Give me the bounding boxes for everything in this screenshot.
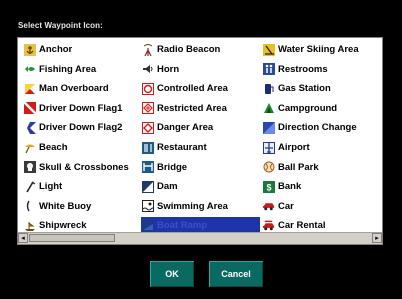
icon-list-item-label: Restricted Area	[157, 102, 227, 114]
icon-list-item[interactable]: Horn	[141, 61, 260, 78]
icon-list-item[interactable]: Swimming Area	[141, 198, 260, 215]
svg-text:$: $	[266, 182, 271, 192]
icon-list-item-label: Danger Area	[157, 122, 214, 134]
icon-list-item[interactable]: Man Overboard	[23, 80, 140, 97]
icon-list-item-label: Beach	[39, 142, 68, 153]
scroll-left-arrow-icon[interactable]: ◂	[18, 233, 28, 243]
beach-icon	[23, 141, 36, 154]
airport-icon	[262, 141, 275, 154]
icon-list-item[interactable]: Restrooms	[262, 61, 380, 78]
icon-list-item[interactable]: Light	[23, 178, 140, 195]
icon-list-item-label: Light	[39, 181, 63, 193]
swimming-icon	[141, 200, 154, 213]
car-rental-icon	[262, 219, 275, 232]
car-icon	[262, 200, 275, 213]
icon-list-item[interactable]: Restaurant	[141, 139, 260, 156]
icon-list-item[interactable]: Radio Beacon	[141, 41, 260, 58]
buoy-icon	[23, 200, 36, 213]
icon-list-item[interactable]: Airport	[262, 139, 380, 156]
horizontal-scrollbar[interactable]: ◂ ▸	[18, 232, 382, 244]
icon-list-item-label: Driver Down Flag1	[39, 102, 123, 114]
icon-list-item[interactable]: Gas Station	[262, 80, 380, 97]
flag-red-icon	[23, 82, 36, 95]
icon-list-item-label: Campground	[278, 102, 338, 114]
restricted-area-icon	[141, 102, 154, 115]
icon-list-item-label: Bank	[278, 181, 302, 193]
diver-flag-icon	[23, 102, 36, 115]
icon-list-item-label: Horn	[157, 63, 180, 75]
shipwreck-icon	[23, 219, 36, 232]
icon-list-item-label: Direction Change	[278, 122, 357, 134]
icon-list-item-label: Bridge	[157, 161, 188, 173]
icon-list-item[interactable]: Controlled Area	[141, 80, 260, 97]
icon-list-item[interactable]: Driver Down Flag2	[23, 119, 140, 136]
skull-icon	[23, 161, 36, 174]
icon-list-item-label: White Buoy	[39, 200, 92, 212]
controlled-area-icon	[141, 82, 154, 95]
anchor-icon	[23, 43, 36, 56]
icon-list-item-label: Water Skiing Area	[278, 44, 359, 55]
cancel-button[interactable]: Cancel	[209, 261, 263, 287]
fish-icon	[23, 63, 36, 76]
restrooms-icon	[262, 63, 275, 76]
scrollbar-thumb[interactable]	[29, 234, 115, 242]
ball-park-icon	[262, 161, 275, 174]
direction-change-icon	[262, 121, 275, 134]
icon-list-item-label: Controlled Area	[157, 83, 228, 95]
icon-list-item[interactable]: Car	[262, 198, 380, 215]
icon-list-item[interactable]: Skull & Crossbones	[23, 159, 140, 176]
icon-list-item[interactable]: $ Bank	[262, 178, 380, 195]
danger-area-icon	[141, 121, 154, 134]
icon-list-item-label: Restaurant	[157, 142, 207, 153]
icon-list-item[interactable]: Driver Down Flag1	[23, 100, 140, 117]
icon-list-item[interactable]: Restricted Area	[141, 100, 260, 117]
icon-list-item-label: Boat Ramp	[157, 220, 208, 232]
boat-ramp-icon	[141, 219, 154, 232]
icon-listbox[interactable]: Anchor Fishing Area Man Overboard Driver Do…	[17, 37, 383, 245]
water-ski-icon	[262, 43, 275, 56]
icon-list-item-label: Ball Park	[278, 161, 319, 173]
icon-list-item[interactable]: Bridge	[141, 159, 260, 176]
campground-icon	[262, 102, 275, 115]
diver-flag2-icon	[23, 121, 36, 134]
icon-list-item-label: Driver Down Flag2	[39, 122, 123, 134]
icon-list-item[interactable]: Beach	[23, 139, 140, 156]
select-waypoint-icon-dialog: Select Waypoint Icon: Anchor Fishing Area…	[0, 0, 402, 299]
icon-list-item[interactable]: Danger Area	[141, 119, 260, 136]
ok-button[interactable]: OK	[150, 261, 194, 287]
icon-list-item[interactable]: Direction Change	[262, 119, 380, 136]
light-icon	[23, 180, 36, 193]
icon-list-item-label: Shipwreck	[39, 220, 87, 232]
bank-icon: $	[262, 180, 275, 193]
icon-list-item-label: Radio Beacon	[157, 44, 221, 55]
icon-list-item-label: Airport	[278, 142, 310, 153]
icon-list-item-label: Dam	[157, 181, 178, 193]
icon-list-item-label: Skull & Crossbones	[39, 161, 129, 173]
icon-list-item-label: Swimming Area	[157, 200, 228, 212]
gas-station-icon	[262, 82, 275, 95]
icon-list-item-label: Car	[278, 200, 294, 212]
icon-list-item-label: Fishing Area	[39, 63, 97, 75]
icon-list-item[interactable]: Anchor	[23, 41, 140, 58]
radio-beacon-icon	[141, 43, 154, 56]
icon-list-item[interactable]: Dam	[141, 178, 260, 195]
horn-icon	[141, 63, 154, 76]
icon-list-item[interactable]: Ball Park	[262, 159, 380, 176]
dam-icon	[141, 180, 154, 193]
icon-list-item[interactable]: Water Skiing Area	[262, 41, 380, 58]
icon-list-item-label: Restrooms	[278, 63, 328, 75]
dialog-title: Select Waypoint Icon:	[18, 21, 103, 30]
icon-list-item-label: Gas Station	[278, 83, 331, 95]
bridge-icon	[141, 161, 154, 174]
icon-list-item-label: Anchor	[39, 44, 73, 55]
icon-list-item[interactable]: Fishing Area	[23, 61, 140, 78]
icon-list-item[interactable]: White Buoy	[23, 198, 140, 215]
icon-list-item-label: Man Overboard	[39, 83, 109, 95]
icon-list-item[interactable]: Campground	[262, 100, 380, 117]
icon-list-item-label: Car Rental	[278, 220, 326, 232]
scroll-right-arrow-icon[interactable]: ▸	[372, 233, 382, 243]
restaurant-icon	[141, 141, 154, 154]
